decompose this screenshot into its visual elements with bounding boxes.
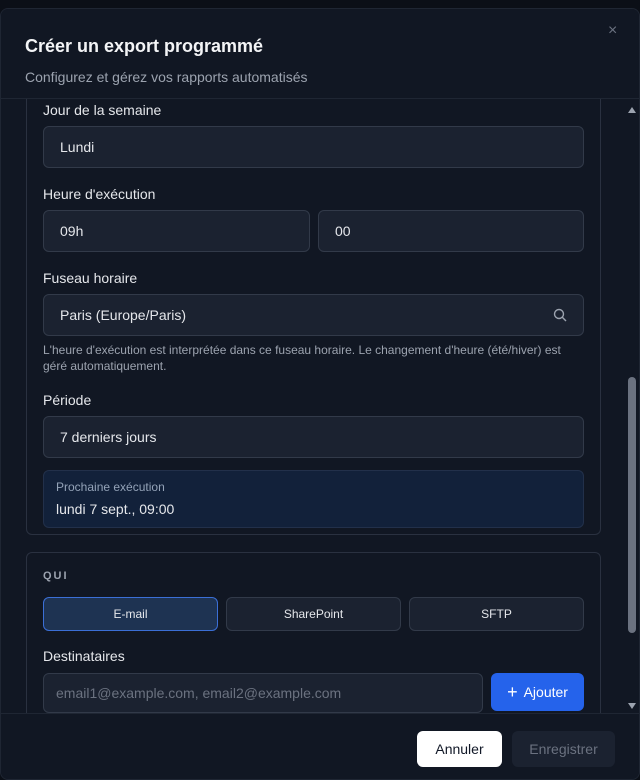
recipients-label: Destinataires: [43, 648, 125, 664]
timezone-help-text: L'heure d'exécution est interprétée dans…: [43, 343, 561, 373]
dialog-subtitle: Configurez et gérez vos rapports automat…: [25, 69, 308, 85]
cancel-button[interactable]: Annuler: [417, 731, 502, 767]
timezone-combobox[interactable]: Paris (Europe/Paris): [43, 294, 584, 336]
scrollbar[interactable]: [625, 99, 639, 715]
timezone-label: Fuseau horaire: [43, 270, 138, 286]
scrollbar-thumb[interactable]: [628, 377, 636, 633]
dialog-body: Jour de la semaine Lundi Heure d'exécuti…: [1, 99, 623, 713]
tab-sharepoint[interactable]: SharePoint: [226, 597, 401, 631]
dialog-header: Créer un export programmé Configurez et …: [1, 9, 639, 99]
add-button-label: Ajouter: [523, 684, 568, 700]
hour-select[interactable]: 09h: [43, 210, 310, 252]
who-section-title: QUI: [43, 570, 69, 582]
minute-select[interactable]: 00: [318, 210, 584, 252]
recipients-input[interactable]: email1@example.com, email2@example.com: [43, 673, 483, 713]
time-label: Heure d'exécution: [43, 186, 156, 202]
period-label: Période: [43, 392, 92, 408]
search-icon: [553, 308, 567, 322]
add-recipient-button[interactable]: + Ajouter: [491, 673, 584, 711]
scroll-down-icon[interactable]: [628, 703, 636, 709]
scroll-up-icon[interactable]: [628, 107, 636, 113]
dialog-title: Créer un export programmé: [25, 36, 264, 56]
next-run-value: lundi 7 sept., 09:00: [56, 501, 175, 517]
tab-sftp[interactable]: SFTP: [409, 597, 584, 631]
save-button[interactable]: Enregistrer: [512, 731, 615, 767]
day-select[interactable]: Lundi: [43, 126, 584, 168]
timezone-value: Paris (Europe/Paris): [60, 307, 187, 323]
day-label: Jour de la semaine: [43, 102, 162, 118]
dialog-footer: Annuler Enregistrer: [1, 713, 639, 779]
next-run-label: Prochaine exécution: [56, 480, 165, 494]
who-card: QUI E-mail SharePoint SFTP Destinataires…: [26, 552, 601, 713]
period-select[interactable]: 7 derniers jours: [43, 416, 584, 458]
tab-email[interactable]: E-mail: [43, 597, 218, 631]
plus-icon: +: [507, 682, 518, 702]
schedule-card: Jour de la semaine Lundi Heure d'exécuti…: [26, 99, 601, 535]
close-icon[interactable]: ×: [608, 23, 617, 39]
next-run-box: Prochaine exécution lundi 7 sept., 09:00: [43, 470, 584, 528]
scheduled-export-dialog: Créer un export programmé Configurez et …: [0, 8, 640, 780]
